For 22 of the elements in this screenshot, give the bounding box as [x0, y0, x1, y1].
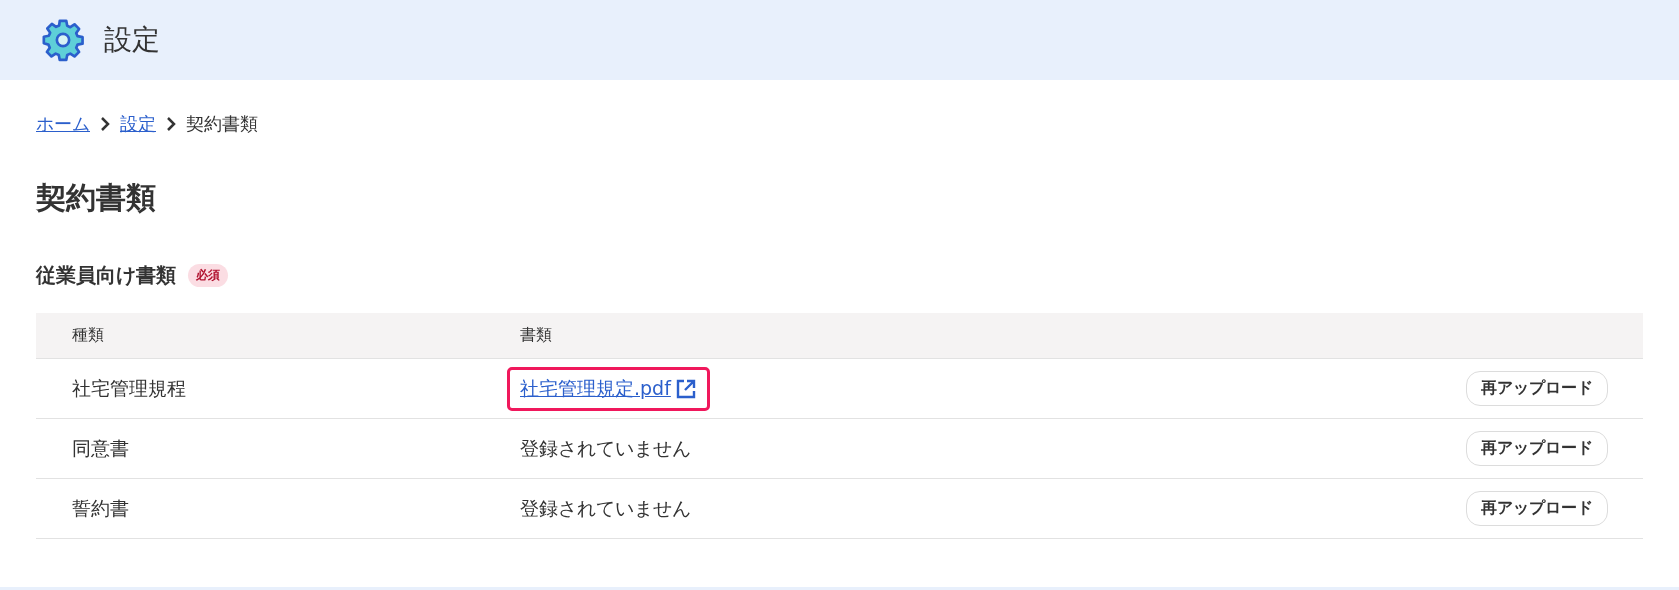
gear-icon [40, 17, 86, 63]
reupload-button[interactable]: 再アップロード [1466, 491, 1608, 526]
table-cell-text: 登録されていません [520, 435, 691, 461]
chevron-right-icon [166, 117, 176, 131]
page-title: 契約書類 [36, 180, 157, 216]
table-cell-text: 登録されていません [520, 495, 691, 521]
breadcrumb-current: 契約書類 [186, 112, 258, 136]
column-header: 種類 [71, 325, 105, 346]
required-badge: 必須 [188, 264, 228, 287]
column-header: 書類 [520, 325, 553, 346]
table-cell-text: 社宅管理規程 [71, 375, 187, 401]
breadcrumb-link[interactable]: 設定 [120, 112, 156, 136]
file-link[interactable]: 社宅管理規定.pdf [520, 375, 671, 402]
reupload-button[interactable]: 再アップロード [1466, 371, 1608, 406]
section-title: 従業員向け書類 [36, 262, 176, 289]
table-cell-text: 誓約書 [71, 495, 130, 521]
chevron-right-icon [100, 117, 110, 131]
table-cell-text: 同意書 [71, 435, 130, 461]
breadcrumb-link[interactable]: ホーム [36, 112, 90, 136]
reupload-button[interactable]: 再アップロード [1466, 431, 1608, 466]
header-title: 設定 [104, 22, 160, 58]
external-link-icon [674, 377, 697, 400]
